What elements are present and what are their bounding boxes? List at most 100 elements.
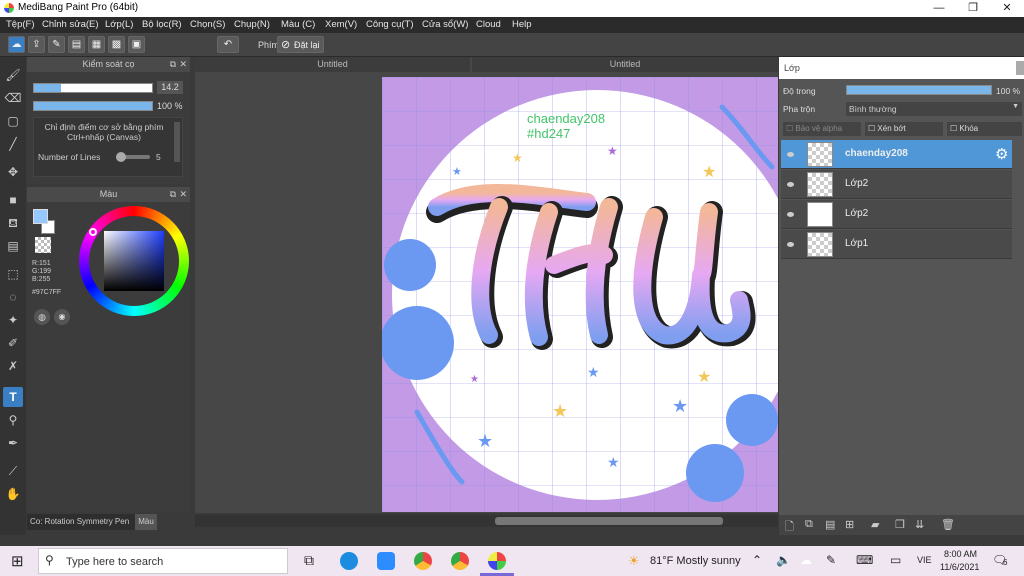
grid-icon[interactable]: ▩ [108,36,125,53]
network-icon[interactable]: ▭ [890,553,901,567]
gear-icon[interactable]: ⚙ [995,145,1008,163]
clipping-checkbox[interactable]: ☐ Xén bớt [865,122,943,136]
copy-layer-icon[interactable]: ⧉ [805,518,813,531]
eyedropper-icon[interactable]: ⟋ [3,461,23,481]
panel-scrollbar[interactable] [1016,61,1024,75]
brush-icon[interactable]: 🖌 [3,65,23,85]
menu-filter[interactable]: Bộ lọc(R) [142,19,182,30]
eye-icon[interactable] [787,152,794,157]
menu-edit[interactable]: Chỉnh sửa(E) [42,19,99,30]
saturation-square[interactable] [104,231,164,291]
palette-settings-icon[interactable]: ◉ [54,309,70,325]
fill-rect-icon[interactable]: ■ [3,190,23,210]
lines-slider-knob[interactable] [116,152,126,162]
options-scrollbar[interactable] [174,122,180,162]
eye-icon[interactable] [787,212,794,217]
menu-cloud[interactable]: Cloud [476,19,501,30]
windows-start-icon[interactable]: ⊞ [11,552,24,570]
layer-row[interactable]: chaenday208 ⚙ [781,140,1012,169]
rectangle-icon[interactable]: ▢ [3,111,23,131]
brush-size-value[interactable]: 14.2 [157,81,183,94]
merge-icon[interactable]: ⇊ [915,518,924,531]
clock-date[interactable]: 11/6/2021 [940,562,979,572]
maximize-button[interactable]: ❐ [956,0,990,17]
artwork-canvas[interactable]: chaenday208 #hd247 ★ ★ ★ ★ ★ ★ ★ ★ ★ ★ ★ [382,77,778,512]
close-icon[interactable]: ✕ [179,57,187,72]
move-icon[interactable]: ✥ [3,162,23,182]
text-icon[interactable]: T [3,387,23,407]
color-tab[interactable]: Màu [135,514,157,530]
duplicate-icon[interactable]: ❐ [895,518,905,531]
menu-file[interactable]: Tệp(F) [6,19,35,30]
transparent-swatch[interactable] [35,237,51,253]
task-view-icon[interactable]: ⧉ [304,552,314,569]
operation-icon[interactable]: ⚲ [3,410,23,430]
eraser-icon[interactable]: ⌫ [3,88,23,108]
line-icon[interactable]: ╱ [3,134,23,154]
language-indicator[interactable]: VIE [917,555,932,565]
popout-icon[interactable]: ⧉ [170,57,176,72]
undo-icon[interactable]: ↶ [217,36,239,53]
chrome-icon[interactable] [451,552,469,570]
search-box[interactable]: ⚲ Type here to search [38,548,288,574]
tab-untitled-2[interactable]: Untitled [472,57,778,72]
keyboard-icon[interactable]: ⌨ [856,553,873,567]
add-layer-icon[interactable]: ⊞ [845,518,854,531]
select-pen-icon[interactable]: ✐ [3,333,23,353]
tiles-icon[interactable]: ▣ [128,36,145,53]
menu-select[interactable]: Chọn(S) [190,19,225,30]
folder-icon[interactable]: ▰ [871,518,879,531]
clock-time[interactable]: 8:00 AM [944,549,977,559]
cloud-icon[interactable]: ☁ [8,36,25,53]
select-eraser-icon[interactable]: ✗ [3,356,23,376]
menu-help[interactable]: Help [512,19,532,30]
hue-wheel[interactable] [79,206,189,316]
menu-color[interactable]: Màu (C) [281,19,315,30]
layer-opacity-slider[interactable] [846,85,992,95]
layer-row[interactable]: Lớp2 [781,170,1012,199]
foreground-color-swatch[interactable] [33,209,48,224]
menu-view[interactable]: Xem(V) [325,19,357,30]
scrollbar-thumb[interactable] [495,517,723,525]
brush-size-slider[interactable] [33,83,153,93]
blend-mode-select[interactable]: Bình thường ▼ [846,102,1022,116]
reset-button[interactable]: ⊘ Đặt lại [277,36,324,53]
menu-window[interactable]: Cửa sổ(W) [422,19,468,30]
document-icon[interactable]: ▦ [88,36,105,53]
palette-icon[interactable]: ◍ [34,309,50,325]
chrome-icon[interactable] [414,552,432,570]
layer-row[interactable]: Lớp2 [781,200,1012,229]
bucket-icon[interactable]: ⛾ [3,213,23,233]
close-icon[interactable]: ✕ [179,187,187,202]
brush-opacity-slider[interactable] [33,101,153,111]
chat-icon[interactable]: ▤ [68,36,85,53]
eye-icon[interactable] [787,242,794,247]
select-rect-icon[interactable]: ⬚ [3,264,23,284]
edge-icon[interactable] [340,552,358,570]
menu-tools[interactable]: Công cụ(T) [366,19,414,30]
popout-icon[interactable]: ⧉ [170,187,176,202]
lasso-icon[interactable]: ◌ [3,287,23,307]
delete-icon[interactable]: 🗑 [941,518,955,531]
chevron-up-icon[interactable]: ⌃ [752,553,762,567]
protect-alpha-checkbox[interactable]: ☐ Bảo vệ alpha [783,122,861,136]
pen-icon[interactable]: ✒ [3,433,23,453]
magic-wand-icon[interactable]: ✦ [3,310,23,330]
tab-untitled-1[interactable]: Untitled [195,57,470,72]
hue-marker[interactable] [89,228,97,236]
lock-checkbox[interactable]: ☐ Khóa [947,122,1022,136]
lines-slider[interactable] [116,152,150,162]
zoom-icon[interactable] [377,552,395,570]
medibang-icon[interactable] [488,552,506,570]
volume-icon[interactable]: 🔈 [776,553,791,567]
layer-row[interactable]: Lớp1 [781,230,1012,259]
new-layer-icon[interactable]: 🗋 [785,518,794,537]
onedrive-icon[interactable]: ☁ [800,553,812,567]
pen-icon[interactable]: ✎ [826,553,836,567]
share-icon[interactable]: ⇪ [28,36,45,53]
eye-icon[interactable] [787,182,794,187]
menu-snap[interactable]: Chụp(N) [234,19,270,30]
halftone-layer-icon[interactable]: ▤ [825,518,835,531]
comment-icon[interactable]: ✎ [48,36,65,53]
gradient-icon[interactable]: ▤ [3,236,23,256]
